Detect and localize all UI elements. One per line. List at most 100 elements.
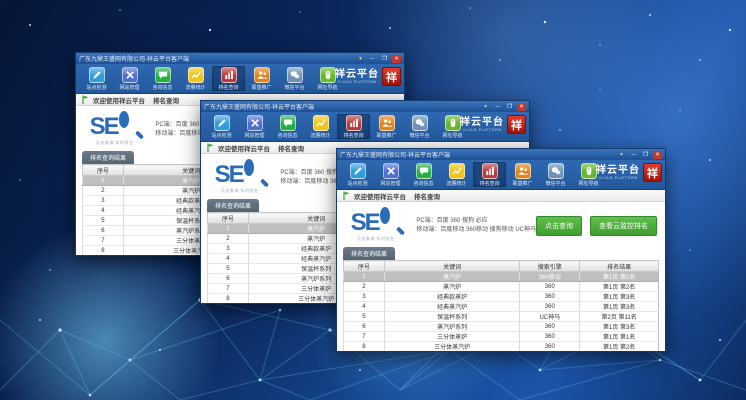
table-row[interactable]: 2蒸汽炉360第1页 第2名 xyxy=(344,282,659,292)
seo-tagline: 点击查询 实时排名 xyxy=(96,140,134,146)
table-cell: 三分体蒸炉 xyxy=(384,332,519,342)
table-row[interactable]: 9智能板抽蒸炉搜狗第1页 第1名 xyxy=(344,352,659,353)
toolbar-item-traffic[interactable]: 流量统计 xyxy=(304,114,337,139)
seo-logo: SE 点击查询 实时排名 xyxy=(343,211,408,242)
view-cloud-ranking-button[interactable]: 查看云监控排名 xyxy=(590,216,657,236)
toolbar-item-promotion[interactable]: 联盟推广 xyxy=(370,114,403,139)
toolbar-item-traffic[interactable]: 流量统计 xyxy=(179,66,212,91)
toolbar-item-site-check[interactable]: 站点检测 xyxy=(80,66,113,91)
header-keyword[interactable]: 关键词 xyxy=(384,261,519,272)
promotion-icon xyxy=(254,67,270,83)
toolbar-item-site-manage[interactable]: 网站管理 xyxy=(238,114,271,139)
title-bar[interactable]: 广东九鼎王盛网有限公司-祥云平台客户端 ▾ ─ ❐ ✕ xyxy=(337,149,665,160)
content-area: SE 点击查询 实时排名 PC端：百度 360 搜狗 必应 移动端：百度移动 3… xyxy=(337,202,665,352)
brand-logo: 祥云平台 CLOUD PLATFORM 祥 xyxy=(596,163,662,182)
toolbar-item-site-manage[interactable]: 网站管理 xyxy=(113,66,146,91)
table-cell: 6 xyxy=(344,322,385,332)
skin-icon[interactable]: ▾ xyxy=(481,103,490,111)
wechat-icon xyxy=(548,163,564,179)
tab-ranking-results[interactable]: 排名查询结果 xyxy=(343,247,395,260)
breadcrumb-page: 排名查询 xyxy=(278,143,304,153)
seo-logo: SE 点击查询 实时排名 xyxy=(82,115,147,146)
query-button[interactable]: 点击查询 xyxy=(536,216,582,236)
window-title: 广东九鼎王盛网有限公司-祥云平台客户端 xyxy=(340,150,617,159)
header-ranking-result[interactable]: 排名结果 xyxy=(580,261,659,272)
toolbar-item-info[interactable]: 咨询信息 xyxy=(271,114,304,139)
flag-icon xyxy=(82,95,89,104)
toolbar-item-wechat[interactable]: 微信平台 xyxy=(403,114,436,139)
header-index[interactable]: 序号 xyxy=(344,261,385,272)
skin-icon[interactable]: ▾ xyxy=(356,55,365,63)
traffic-stats-icon xyxy=(449,163,465,179)
toolbar-item-site-check[interactable]: 站点检测 xyxy=(205,114,238,139)
table-row[interactable]: 3经典款蒸炉360第1页 第3名 xyxy=(344,292,659,302)
table-row[interactable]: 6蒸汽炉系列360第1页 第3名 xyxy=(344,322,659,332)
toolbar-item-info[interactable]: 咨询信息 xyxy=(146,66,179,91)
table-cell: 360 xyxy=(520,292,580,302)
toolbar-item-traffic[interactable]: 流量统计 xyxy=(440,162,473,187)
toolbar-item-promotion[interactable]: 联盟推广 xyxy=(245,66,278,91)
seo-logo-text: SE xyxy=(90,115,118,139)
toolbar-item-ranking-query[interactable]: 排名查询 xyxy=(212,66,245,91)
table-cell: 蒸汽炉系列 xyxy=(384,322,519,332)
site-manage-icon xyxy=(122,67,138,83)
table-row[interactable]: 8三分体蒸汽炉360第1页 第2名 xyxy=(344,342,659,352)
tab-ranking-results[interactable]: 排名查询结果 xyxy=(82,151,134,164)
action-buttons: 点击查询 查看云监控排名 xyxy=(536,216,657,236)
close-icon[interactable]: ✕ xyxy=(517,103,526,111)
title-bar[interactable]: 广东九鼎王盛网有限公司-祥云平台客户端 ▾ ─ ❐ ✕ xyxy=(76,53,404,64)
app-window: 广东九鼎王盛网有限公司-祥云平台客户端 ▾ ─ ❐ ✕ 站点检测 网站管理 xyxy=(336,148,666,352)
close-icon[interactable]: ✕ xyxy=(653,151,662,159)
toolbar-item-site-manage[interactable]: 网站管理 xyxy=(374,162,407,187)
table-cell: 2 xyxy=(344,282,385,292)
title-bar[interactable]: 广东九鼎王盛网有限公司-祥云平台客户端 ▾ ─ ❐ ✕ xyxy=(201,101,529,112)
table-row[interactable]: 1蒸汽炉360移动第1页 第1名 xyxy=(344,272,659,282)
breadcrumb-welcome: 欢迎使用祥云平台 xyxy=(218,143,270,153)
seo-tagline: 点击查询 实时排名 xyxy=(357,236,395,242)
maximize-icon[interactable]: ❐ xyxy=(641,151,650,159)
skin-icon[interactable]: ▾ xyxy=(617,151,626,159)
table-row[interactable]: 5保温杯系列UC神马第2页 第11名 xyxy=(344,312,659,322)
main-toolbar: 站点检测 网站管理 咨询信息 流量统计 xyxy=(76,64,404,94)
minimize-icon[interactable]: ─ xyxy=(368,55,377,63)
table-cell: 2 xyxy=(83,186,124,196)
ranking-query-icon xyxy=(346,115,362,131)
toolbar-item-info[interactable]: 咨询信息 xyxy=(407,162,440,187)
traffic-stats-icon xyxy=(313,115,329,131)
table-cell: 360 xyxy=(520,332,580,342)
header-search-engine[interactable]: 搜索引擎 xyxy=(520,261,580,272)
table-cell: 3 xyxy=(344,292,385,302)
minimize-icon[interactable]: ─ xyxy=(493,103,502,111)
toolbar-item-site-check[interactable]: 站点检测 xyxy=(341,162,374,187)
close-icon[interactable]: ✕ xyxy=(392,55,401,63)
toolbar-item-promotion[interactable]: 联盟推广 xyxy=(506,162,539,187)
maximize-icon[interactable]: ❐ xyxy=(505,103,514,111)
table-cell: 3 xyxy=(208,244,249,254)
table-cell: 360 xyxy=(520,282,580,292)
table-cell: 第1页 第1名 xyxy=(580,332,659,342)
toolbar-item-wechat[interactable]: 微信平台 xyxy=(278,66,311,91)
table-cell: 8 xyxy=(83,246,124,256)
table-row[interactable]: 4经典蒸汽炉360第1页 第3名 xyxy=(344,302,659,312)
toolbar-item-ranking-query[interactable]: 排名查询 xyxy=(473,162,506,187)
tab-ranking-results[interactable]: 排名查询结果 xyxy=(207,199,259,212)
engine-info: PC端：百度 360 搜狗 必应 移动端：百度移动 360移动 搜狗移动 UC神… xyxy=(416,217,536,235)
table-cell: UC神马 xyxy=(520,312,580,322)
toolbar-item-wechat[interactable]: 微信平台 xyxy=(539,162,572,187)
table-cell: 4 xyxy=(208,254,249,264)
table-cell: 三分体蒸汽炉 xyxy=(384,342,519,352)
site-manage-icon xyxy=(247,115,263,131)
table-cell: 经典款蒸炉 xyxy=(384,292,519,302)
header-index[interactable]: 序号 xyxy=(208,213,249,224)
brand-logo: 祥云平台 CLOUD PLATFORM 祥 xyxy=(460,115,526,134)
minimize-icon[interactable]: ─ xyxy=(629,151,638,159)
maximize-icon[interactable]: ❐ xyxy=(380,55,389,63)
window-controls: ▾ ─ ❐ ✕ xyxy=(481,103,526,111)
header-index[interactable]: 序号 xyxy=(83,165,124,176)
table-row[interactable]: 7三分体蒸炉360第1页 第1名 xyxy=(344,332,659,342)
toolbar-item-ranking-query[interactable]: 排名查询 xyxy=(337,114,370,139)
wechat-icon xyxy=(287,67,303,83)
table-cell: 3 xyxy=(83,196,124,206)
table-cell: 5 xyxy=(344,312,385,322)
breadcrumb-page: 排名查询 xyxy=(414,191,440,201)
